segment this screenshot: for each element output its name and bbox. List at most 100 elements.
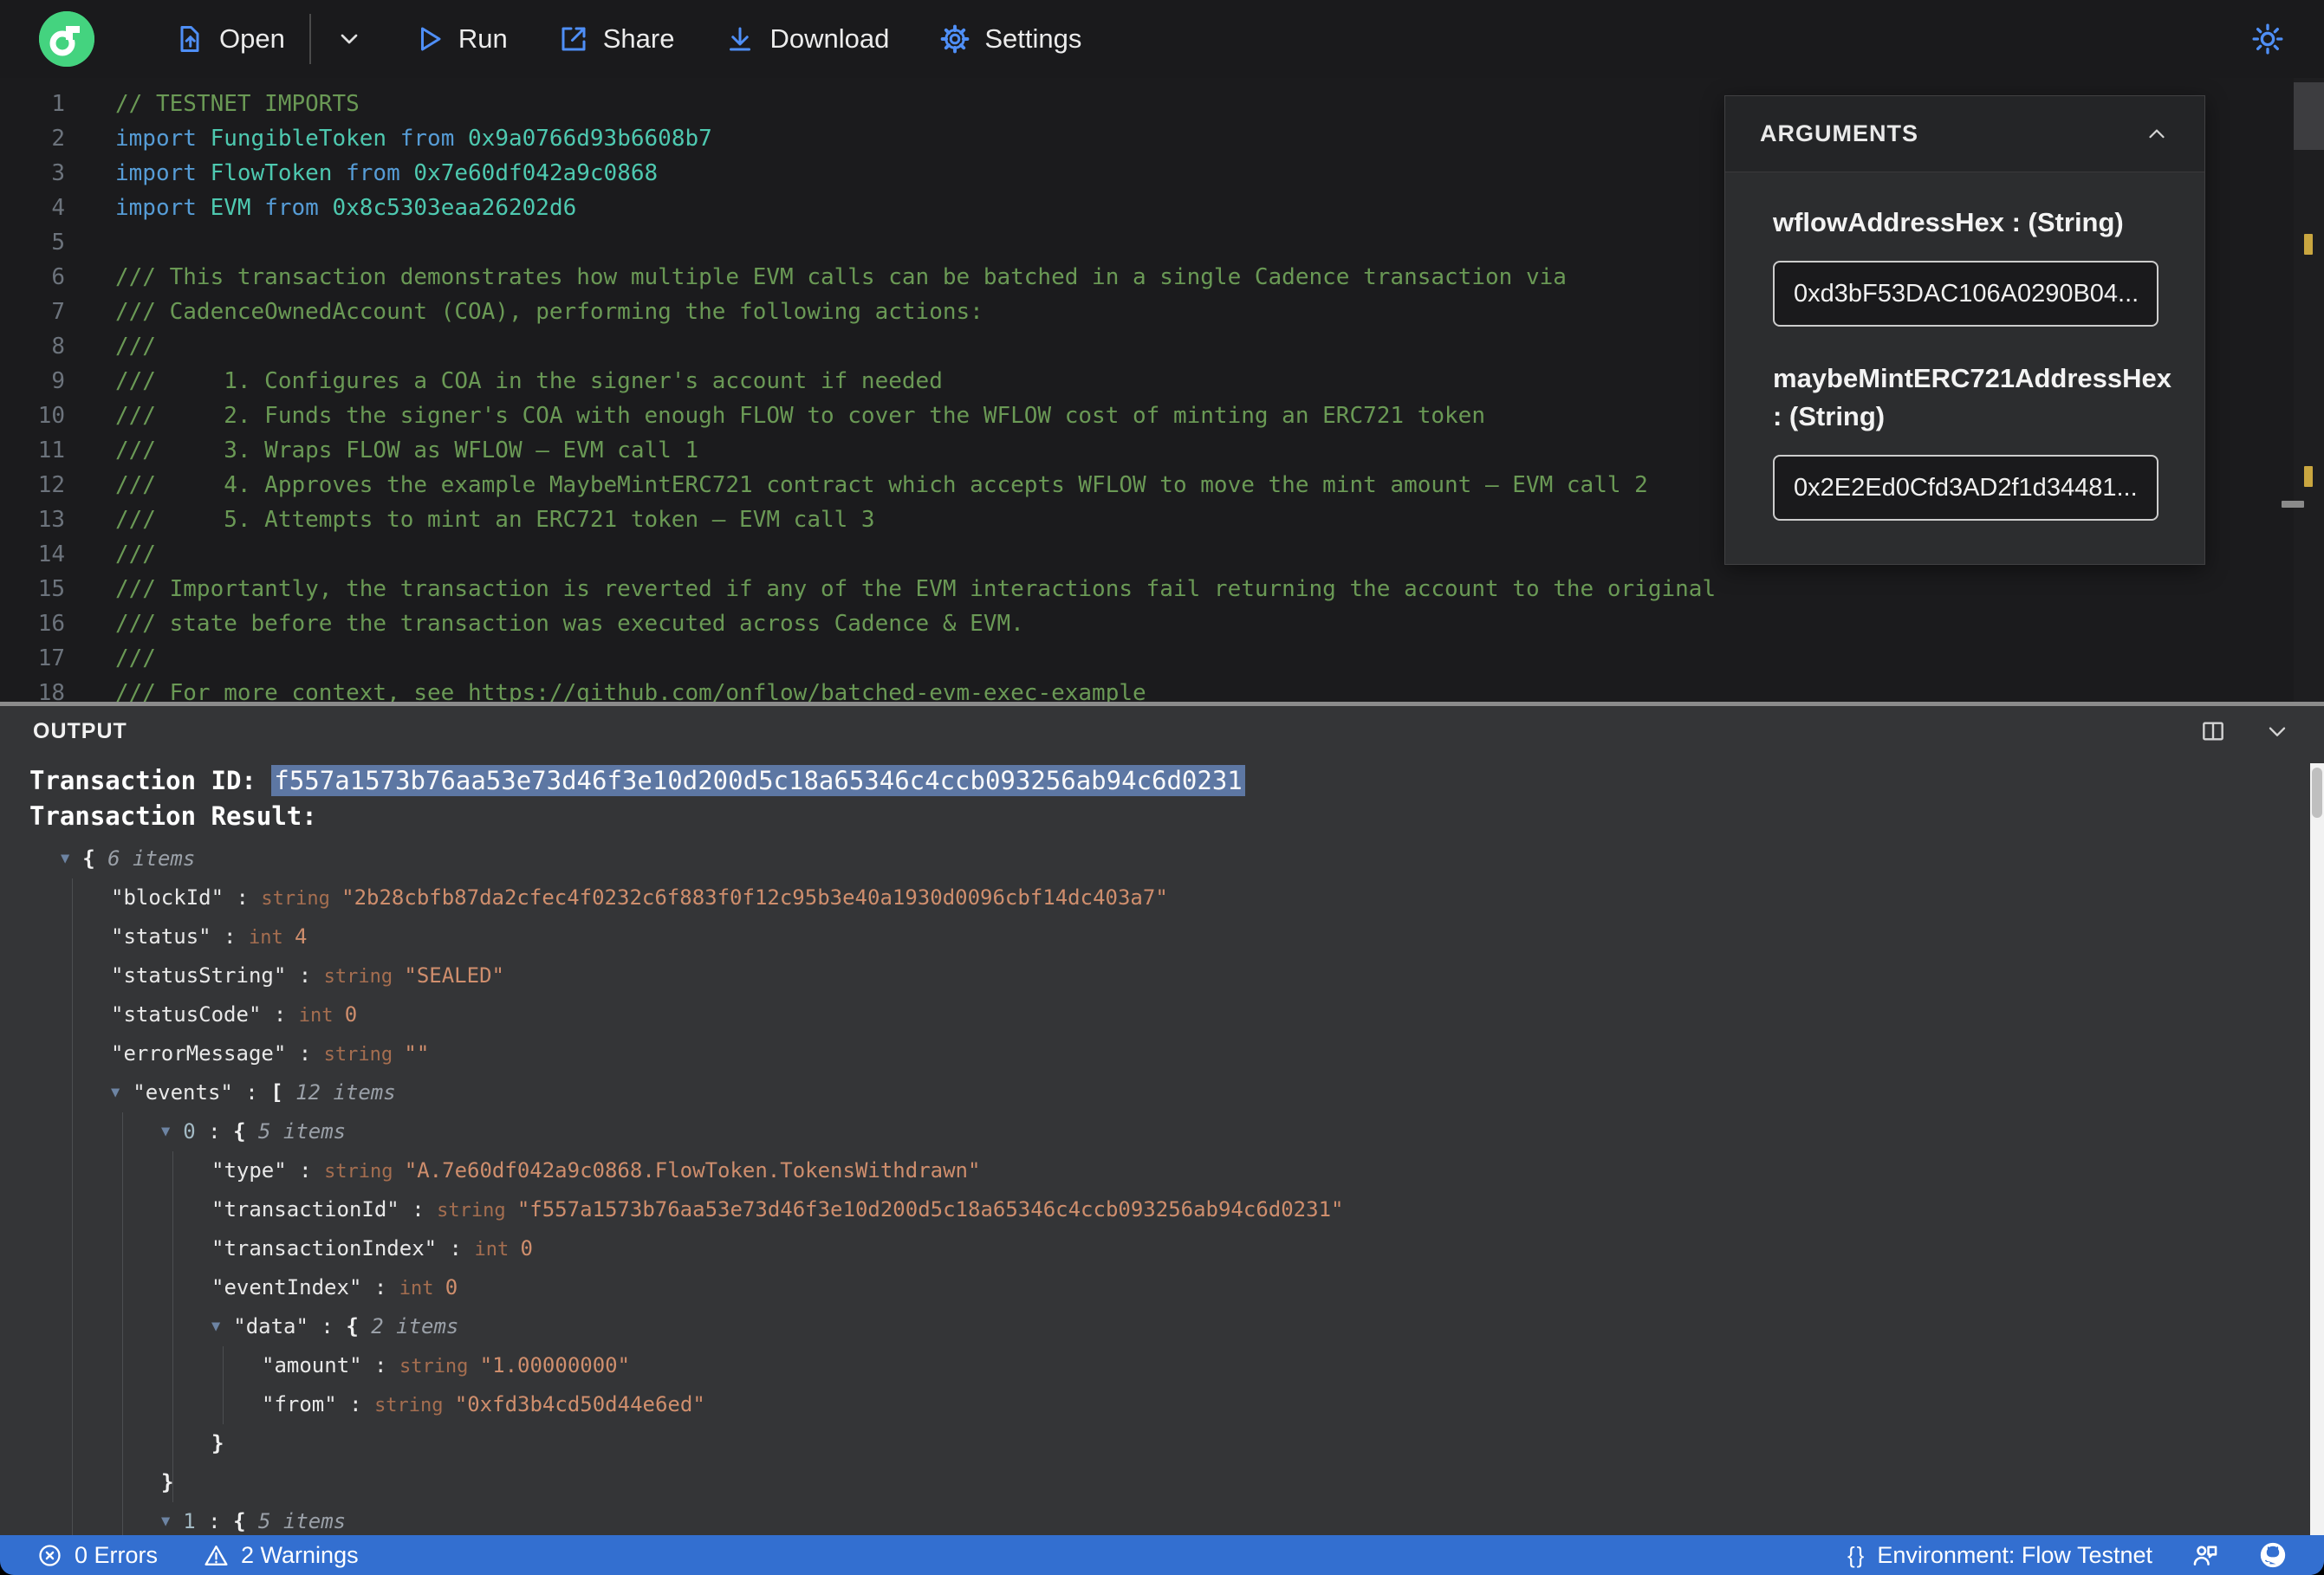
chevron-up-icon[interactable] [2144, 121, 2170, 147]
output-scrollbar-thumb[interactable] [2312, 768, 2322, 818]
json-key: "transactionId" [211, 1197, 399, 1222]
expand-toggle-icon[interactable]: ▼ [211, 1318, 220, 1335]
json-type: int [399, 1278, 445, 1300]
run-play-icon [420, 27, 441, 51]
warnings-status[interactable]: 2 Warnings [203, 1542, 359, 1569]
json-type: string [374, 1395, 455, 1416]
json-colon: : [261, 1002, 299, 1027]
json-colon: : [211, 924, 249, 949]
toolbar: Open Run Share Download Settings [0, 0, 2324, 78]
json-type: string [323, 966, 405, 988]
json-type: string [399, 1356, 480, 1377]
expand-toggle-icon[interactable]: ▼ [111, 1084, 120, 1101]
json-tree-row: } [29, 1424, 2324, 1463]
line-number: 13 [37, 507, 65, 533]
json-value: "2b28cbfb87da2cfec4f0232c6f883f0f12c95b3… [341, 885, 1168, 910]
code-token: /// [115, 645, 156, 671]
expand-toggle-icon[interactable]: ▼ [161, 1513, 170, 1530]
editor-scrollbar-thumb[interactable] [2294, 82, 2324, 150]
download-icon [730, 27, 751, 51]
code-token: FungibleToken [210, 126, 400, 152]
json-items-count: 6 items [107, 846, 196, 871]
code-token: /// Importantly, the transaction is reve… [115, 576, 1717, 602]
json-colon: : [286, 1041, 324, 1066]
json-tree-row: "blockId" : string "2b28cbfb87da2cfec4f0… [29, 878, 2324, 917]
json-key: "statusCode" [111, 1002, 262, 1027]
theme-toggle-button[interactable] [2250, 22, 2285, 56]
transaction-id-label: Transaction ID: [29, 766, 272, 795]
warning-triangle-icon [204, 1545, 228, 1565]
json-items-count: 2 items [371, 1314, 459, 1338]
line-number: 6 [51, 264, 65, 290]
share-button[interactable]: Share [558, 23, 674, 55]
expand-toggle-icon[interactable]: ▼ [161, 1123, 170, 1140]
environment-status[interactable]: {} Environment: Flow Testnet [1847, 1542, 2152, 1569]
code-token: /// 3. Wraps FLOW as WFLOW – EVM call 1 [115, 438, 699, 463]
arguments-panel-header[interactable]: ARGUMENTS [1725, 96, 2204, 172]
output-body: Transaction ID: f557a1573b76aa53e73d46f3… [0, 756, 2324, 1535]
code-line[interactable]: 15 /// Importantly, the transaction is re… [0, 572, 2324, 606]
feedback-person-icon[interactable] [2191, 1540, 2220, 1570]
code-editor[interactable]: 1 // TESTNET IMPORTS 2 import FungibleToken… [0, 78, 2324, 702]
open-dropdown-button[interactable] [335, 25, 363, 53]
open-button[interactable]: Open [174, 23, 285, 55]
code-text: // TESTNET IMPORTS [115, 87, 360, 121]
output-panel: OUTPUT Transaction ID: f557a1573b76aa53e… [0, 706, 2324, 1535]
code-token: // TESTNET IMPORTS [115, 91, 360, 117]
json-colon: : [361, 1353, 399, 1377]
transaction-id-value[interactable]: f557a1573b76aa53e73d46f3e10d200d5c18a653… [271, 765, 1245, 796]
errors-count: 0 Errors [75, 1541, 159, 1568]
json-type: string [323, 1044, 405, 1066]
code-text: import EVM from 0x8c5303eaa26202d6 [115, 191, 576, 225]
flow-logo[interactable] [39, 11, 94, 67]
json-key: 0 [183, 1119, 196, 1144]
run-button[interactable]: Run [413, 23, 508, 55]
argument-input-wflow[interactable] [1773, 261, 2158, 327]
toolbar-separator [308, 14, 311, 64]
code-token: import [115, 160, 211, 186]
json-value: 0 [344, 1002, 358, 1027]
collapse-output-chevron-icon[interactable] [2263, 717, 2291, 745]
line-number: 12 [37, 472, 65, 498]
json-value: 4 [294, 924, 308, 949]
json-open-brace: { [233, 1509, 258, 1533]
code-text: import FlowToken from 0x7e60df042a9c0868 [115, 156, 658, 191]
code-line[interactable]: 17 /// [0, 641, 2324, 676]
open-label: Open [219, 23, 285, 54]
code-token: import [115, 126, 211, 152]
code-line[interactable]: 18 /// For more context, see https://gith… [0, 676, 2324, 702]
json-tree-row: "eventIndex" : int 0 [29, 1268, 2324, 1307]
split-view-icon[interactable] [2199, 717, 2227, 745]
download-button[interactable]: Download [724, 23, 889, 55]
json-items-count: 12 items [295, 1080, 396, 1105]
code-token: /// 1. Configures a COA in the signer's … [115, 368, 943, 394]
json-items-count: 5 items [257, 1119, 347, 1144]
json-tree-row: "from" : string "0xfd3b4cd50d44e6ed" [29, 1385, 2324, 1424]
argument-label-maybemint: maybeMintERC721AddressHex : (String) [1773, 363, 2172, 431]
argument-input-maybemint[interactable] [1773, 455, 2158, 521]
code-token: import [115, 195, 211, 221]
errors-status[interactable]: 0 Errors [36, 1542, 158, 1569]
settings-button[interactable]: Settings [939, 23, 1081, 55]
json-colon: : [286, 963, 324, 988]
arguments-panel-body: wflowAddressHex : (String) maybeMintERC7… [1725, 172, 2204, 564]
editor-scrollbar[interactable] [2282, 78, 2324, 702]
expand-toggle-icon[interactable]: ▼ [61, 850, 69, 867]
braces-icon: {} [1847, 1541, 1866, 1568]
transaction-result-label: Transaction Result: [29, 801, 317, 831]
json-colon: : [336, 1392, 375, 1416]
code-token: /// This transaction demonstrates how mu… [115, 264, 1567, 290]
json-colon: : [232, 1080, 271, 1105]
json-key: "data" [233, 1314, 308, 1338]
json-tree-row: "errorMessage" : string "" [29, 1034, 2324, 1073]
json-tree-row: "transactionIndex" : int 0 [29, 1229, 2324, 1268]
json-colon: : [308, 1314, 347, 1338]
json-tree-row: ▼ 0 : { 5 items [29, 1112, 2324, 1151]
code-text: /// 1. Configures a COA in the signer's … [115, 364, 943, 399]
code-token: EVM [210, 195, 265, 221]
json-tree-row: ▼ "data" : { 2 items [29, 1307, 2324, 1346]
code-link[interactable]: https://github.com/onflow/batched-evm-ex… [468, 680, 1146, 702]
github-icon[interactable] [2258, 1540, 2288, 1570]
code-text: /// For more context, see https://github… [115, 676, 1146, 702]
code-line[interactable]: 16 /// state before the transaction was e… [0, 606, 2324, 641]
